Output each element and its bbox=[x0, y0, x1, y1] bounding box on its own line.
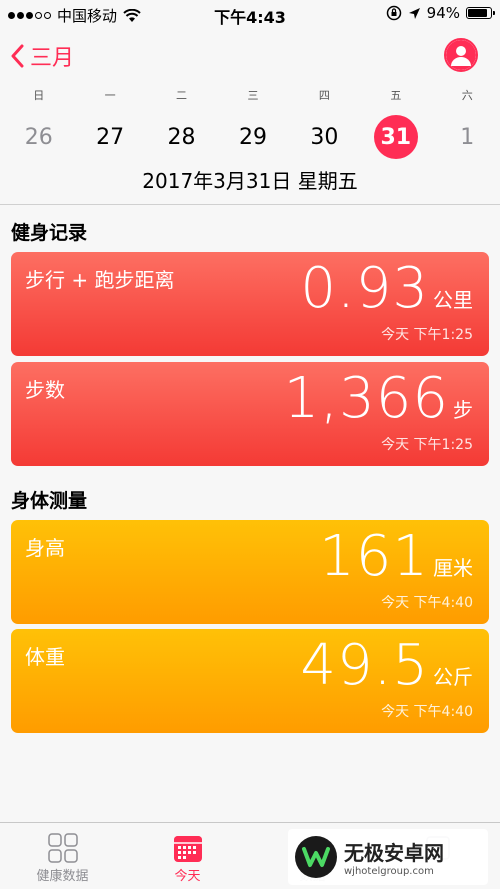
fitness-section-title: 健身记录 bbox=[11, 222, 88, 244]
card-number: 1,366 bbox=[283, 366, 449, 431]
watermark-url: wjhotelgroup.com bbox=[344, 866, 434, 877]
weekday-label: 五 bbox=[390, 89, 402, 102]
status-bar: 中国移动 下午4:43 94% bbox=[0, 0, 500, 28]
full-date-label: 2017年3月31日 星期五 bbox=[142, 169, 358, 193]
tab-today[interactable]: 今天 bbox=[125, 823, 250, 889]
rotation-lock-icon bbox=[386, 5, 401, 21]
date-cell[interactable]: 27 bbox=[77, 116, 142, 158]
body-section-title: 身体测量 bbox=[11, 490, 88, 512]
tab-label: 健康数据 bbox=[36, 869, 89, 884]
date-cell[interactable]: 26 bbox=[6, 116, 71, 158]
card-unit: 步 bbox=[453, 398, 473, 422]
weekday-label: 三 bbox=[247, 89, 259, 102]
card-number: 161 bbox=[319, 524, 429, 589]
person-icon bbox=[446, 40, 476, 70]
date-cell[interactable]: 30 bbox=[292, 116, 357, 158]
card-number: 49.5 bbox=[300, 633, 429, 698]
calendar-header: 三月 日 一 二 三 四 五 六 26 27 28 29 30 31 1 201… bbox=[0, 28, 500, 205]
card-unit: 厘米 bbox=[433, 556, 473, 580]
weekday-label: 六 bbox=[461, 89, 473, 102]
weight-card[interactable]: 体重 49.5 公斤 今天 下午4:40 bbox=[11, 629, 489, 733]
card-value: 161 厘米 bbox=[319, 524, 473, 589]
date-cell-selected[interactable]: 31 bbox=[363, 115, 428, 159]
distance-card[interactable]: 步行 + 跑步距离 0.93 公里 今天 下午1:25 bbox=[11, 252, 489, 356]
calendar-icon bbox=[173, 836, 202, 862]
weekday-label: 四 bbox=[318, 89, 330, 102]
watermark-title: 无极安卓网 bbox=[344, 841, 444, 865]
card-label: 步数 bbox=[25, 378, 65, 402]
grid-icon bbox=[47, 833, 78, 863]
height-card[interactable]: 身高 161 厘米 今天 下午4:40 bbox=[11, 520, 489, 624]
card-number: 0.93 bbox=[300, 256, 429, 321]
card-unit: 公斤 bbox=[433, 665, 473, 689]
weekday-label: 二 bbox=[176, 89, 188, 102]
location-icon bbox=[408, 7, 420, 19]
card-label: 步行 + 跑步距离 bbox=[25, 268, 175, 292]
tab-health-data[interactable]: 健康数据 bbox=[0, 823, 125, 889]
weekday-label: 日 bbox=[33, 89, 45, 102]
back-label: 三月 bbox=[30, 46, 75, 71]
card-value: 1,366 步 bbox=[284, 366, 473, 431]
profile-button[interactable] bbox=[444, 38, 478, 72]
status-right: 94% bbox=[386, 4, 495, 22]
date-cell[interactable]: 28 bbox=[149, 116, 214, 158]
tab-label: 今天 bbox=[174, 869, 201, 884]
card-timestamp: 今天 下午1:25 bbox=[381, 437, 473, 453]
date-cell[interactable]: 1 bbox=[435, 116, 500, 158]
card-label: 体重 bbox=[25, 645, 65, 669]
date-row: 26 27 28 29 30 31 1 bbox=[0, 115, 500, 159]
card-unit: 公里 bbox=[433, 288, 473, 312]
watermark-logo-icon bbox=[295, 836, 337, 878]
watermark: 无极安卓网 wjhotelgroup.com bbox=[288, 829, 488, 885]
card-timestamp: 今天 下午1:25 bbox=[381, 327, 473, 343]
steps-card[interactable]: 步数 1,366 步 今天 下午1:25 bbox=[11, 362, 489, 466]
card-label: 身高 bbox=[25, 536, 65, 560]
battery-percent: 94% bbox=[426, 4, 460, 22]
chevron-left-icon bbox=[11, 44, 24, 68]
weekday-label: 一 bbox=[104, 89, 116, 102]
back-button[interactable]: 三月 bbox=[10, 40, 74, 72]
card-value: 49.5 公斤 bbox=[300, 633, 473, 698]
date-cell[interactable]: 29 bbox=[220, 116, 285, 158]
card-timestamp: 今天 下午4:40 bbox=[381, 595, 473, 611]
battery-icon bbox=[466, 7, 495, 19]
card-timestamp: 今天 下午4:40 bbox=[381, 704, 473, 720]
card-value: 0.93 公里 bbox=[300, 256, 473, 321]
weekday-row: 日 一 二 三 四 五 六 bbox=[0, 87, 500, 103]
